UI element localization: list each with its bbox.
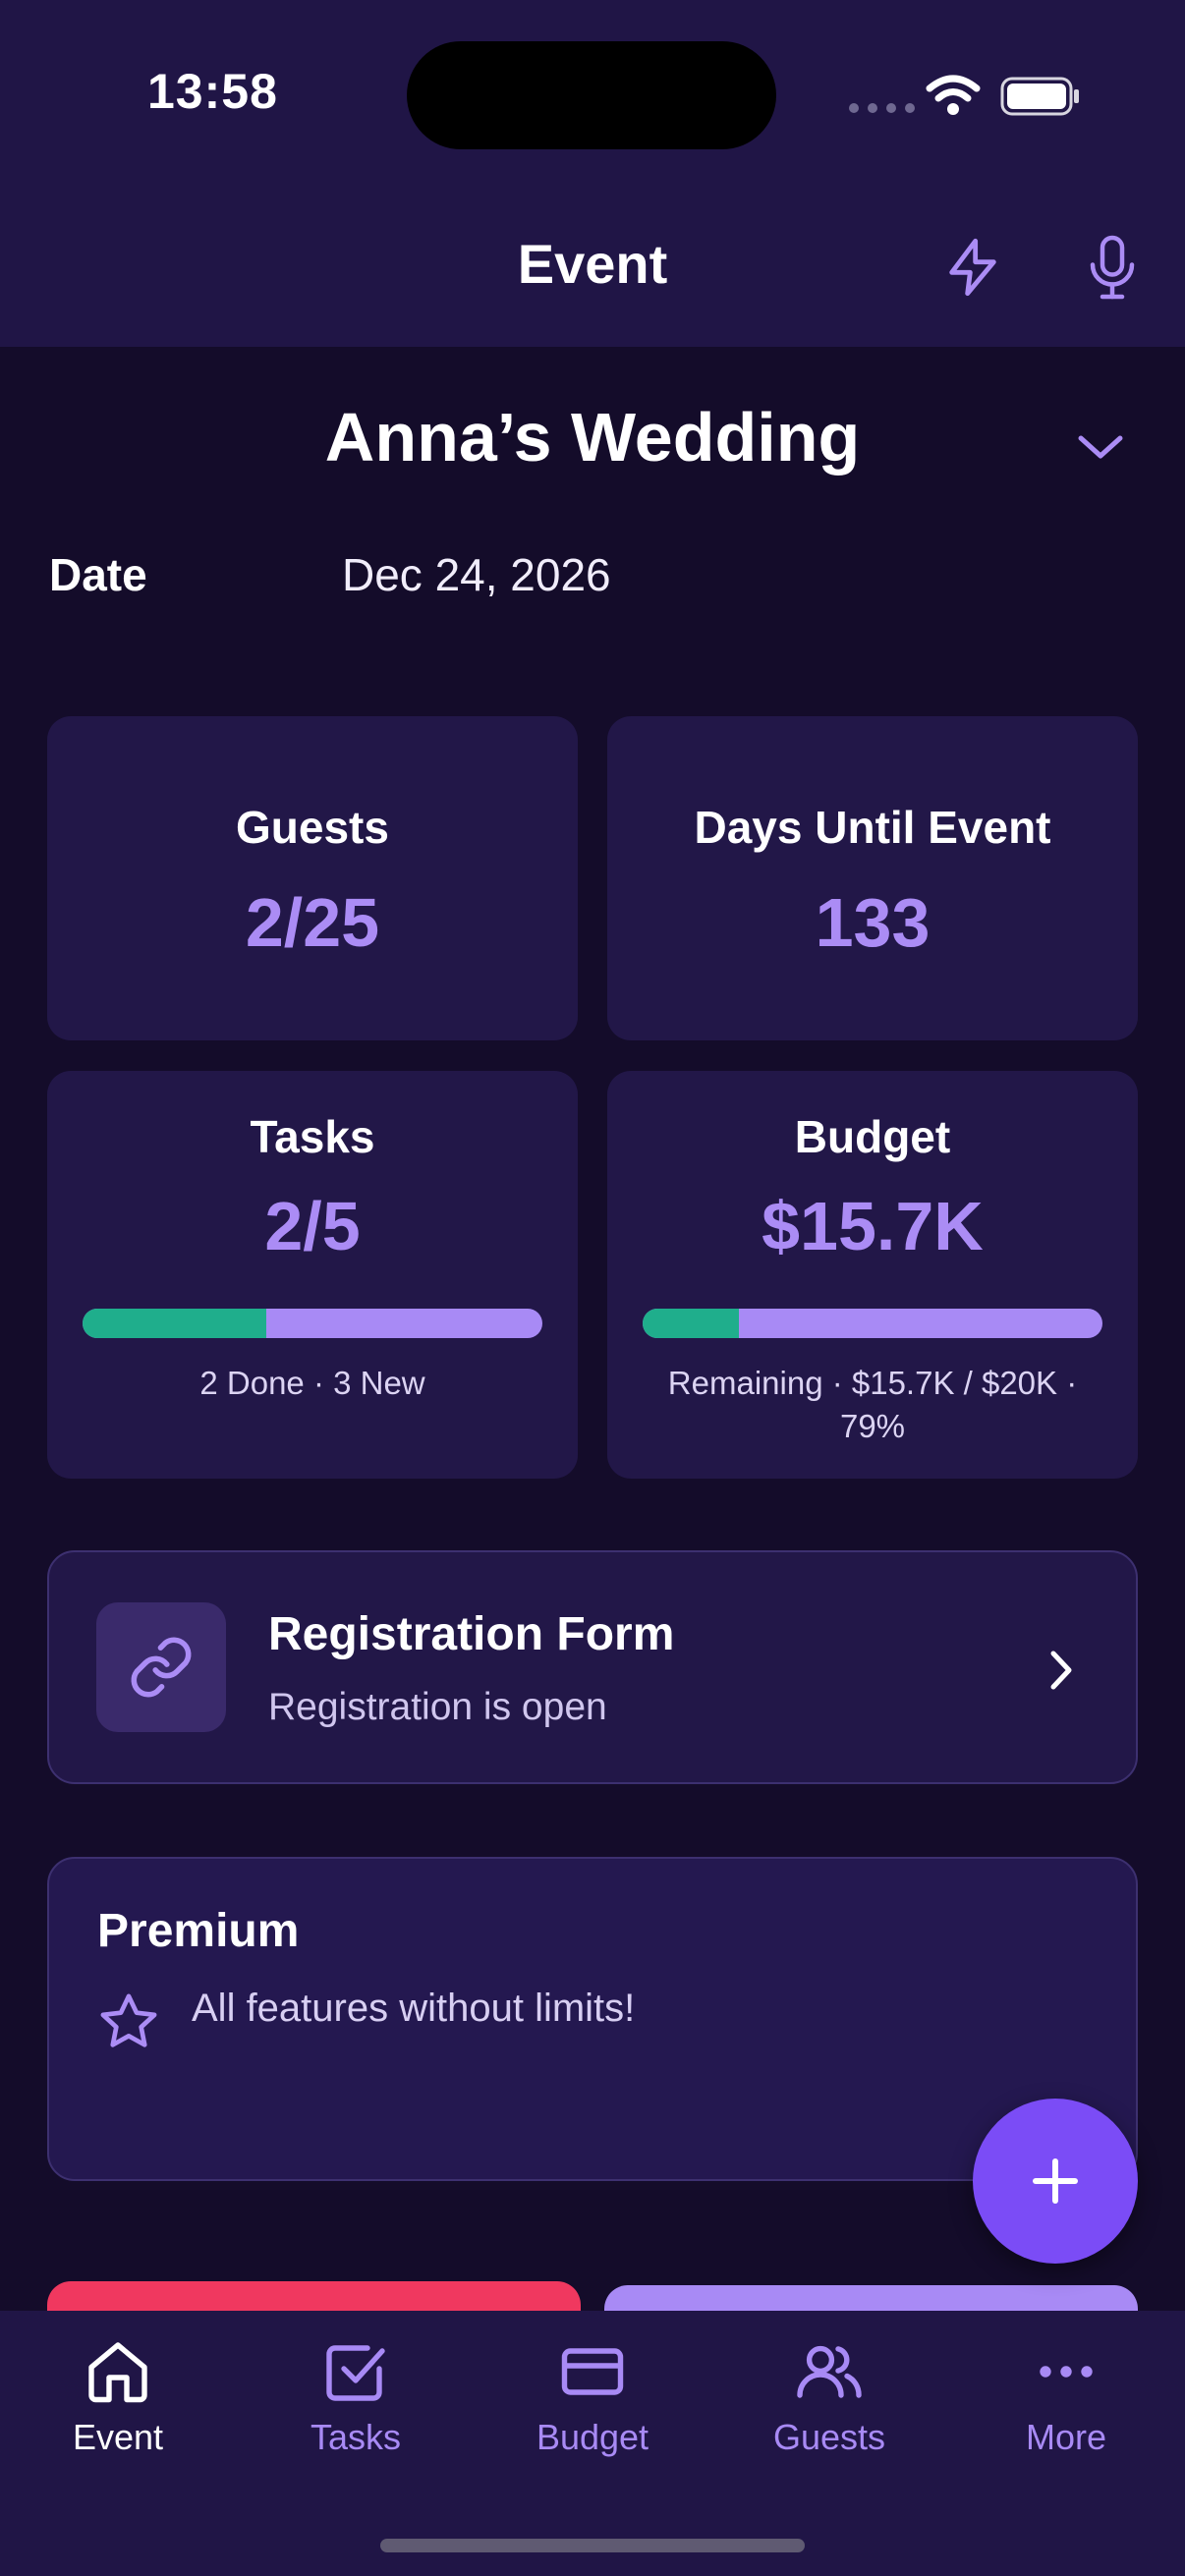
guests-card[interactable]: Guests 2/25 — [47, 716, 578, 1040]
card-title: Budget — [794, 1111, 951, 1162]
budget-card[interactable]: Budget $15.7K Remaining · $15.7K / $20K … — [607, 1071, 1138, 1479]
date-label: Date — [49, 549, 147, 600]
checkbox-icon — [326, 2345, 385, 2401]
dynamic-island — [407, 41, 776, 149]
guests-count: 2/25 — [245, 884, 380, 961]
nav-item-tasks[interactable]: Tasks — [238, 2336, 474, 2474]
link-icon — [131, 1637, 192, 1698]
signal-icon — [849, 103, 915, 113]
premium-title: Premium — [97, 1905, 300, 1957]
star-icon — [100, 1993, 157, 2047]
card-title: Tasks — [250, 1111, 375, 1162]
date-value[interactable]: Dec 24, 2026 — [342, 548, 611, 601]
tasks-progress-bar — [83, 1309, 542, 1338]
nav-label: Budget — [536, 2417, 649, 2457]
nav-item-more[interactable]: More — [948, 2336, 1184, 2474]
nav-label: Event — [72, 2417, 164, 2457]
registration-title: Registration Form — [268, 1608, 675, 1660]
plus-icon — [1033, 2158, 1078, 2204]
nav-item-guests[interactable]: Guests — [711, 2336, 947, 2474]
days-count: 133 — [815, 884, 931, 961]
nav-item-budget[interactable]: Budget — [475, 2336, 710, 2474]
budget-progress-fill — [643, 1309, 740, 1338]
battery-icon — [1000, 77, 1079, 116]
voice-input-button[interactable] — [1073, 228, 1152, 307]
tasks-card[interactable]: Tasks 2/5 2 Done · 3 New — [47, 1071, 578, 1479]
users-icon — [797, 2345, 862, 2398]
budget-progress-bar — [643, 1309, 1102, 1338]
status-time: 13:58 — [147, 64, 278, 119]
card-icon — [561, 2348, 624, 2395]
tasks-summary: 2 Done · 3 New — [199, 1365, 425, 1401]
tasks-progress-fill — [83, 1309, 267, 1338]
days-until-card[interactable]: Days Until Event 133 — [607, 716, 1138, 1040]
nav-label: Guests — [772, 2417, 886, 2457]
registration-status: Registration is open — [268, 1686, 607, 1728]
home-indicator — [380, 2539, 805, 2552]
chevron-down-icon[interactable] — [1071, 422, 1130, 472]
card-title: Days Until Event — [694, 802, 1051, 853]
nav-item-event[interactable]: Event — [0, 2336, 236, 2474]
microphone-icon — [1090, 235, 1135, 300]
budget-amount: $15.7K — [762, 1188, 984, 1264]
nav-label: More — [1025, 2417, 1107, 2457]
chevron-right-icon — [1050, 1651, 1072, 1690]
event-name: Anna’s Wedding — [324, 399, 861, 476]
nav-label: Tasks — [310, 2417, 402, 2457]
wifi-icon — [926, 75, 981, 115]
home-icon — [88, 2342, 147, 2403]
registration-icon-tile — [96, 1602, 226, 1732]
add-button[interactable] — [973, 2099, 1138, 2264]
quick-actions-button[interactable] — [933, 228, 1012, 307]
more-icon — [1040, 2366, 1093, 2378]
budget-summary: Remaining · $15.7K / $20K · 79% — [667, 1365, 1078, 1444]
premium-description: All features without limits! — [192, 1987, 636, 2030]
card-title: Guests — [236, 802, 389, 853]
tasks-count: 2/5 — [264, 1188, 361, 1264]
lightning-icon — [949, 238, 996, 297]
